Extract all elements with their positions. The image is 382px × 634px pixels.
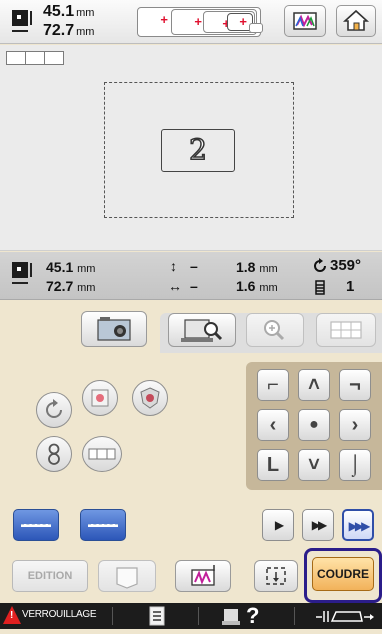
move-up-right-button[interactable]: ¬ [339, 369, 371, 401]
move-right-button[interactable]: › [339, 409, 371, 441]
vertical-move: 1.8 mm [236, 259, 278, 275]
presser-foot-icon [316, 611, 374, 622]
camera-button[interactable] [81, 311, 147, 347]
color-palette-button[interactable] [284, 5, 326, 37]
embroidery-preview: 2 [0, 45, 382, 251]
vertical-move-icon: ↕ [170, 258, 177, 274]
rotate-icon [46, 399, 62, 418]
top-bar: 45.1mm 72.7mm + + + + [0, 0, 382, 44]
top-height-readout: 72.7 mm [43, 22, 95, 39]
move-down-button[interactable]: ˅ [298, 449, 330, 481]
trial-button[interactable] [254, 560, 298, 592]
zoom-button[interactable] [246, 313, 304, 347]
thread-order-button[interactable] [36, 436, 72, 472]
grid-icon [330, 321, 362, 339]
move-down-right-button[interactable]: ⌡ [339, 449, 371, 481]
color-count: 1 [346, 278, 355, 295]
play-icon: ▶ [274, 518, 284, 532]
density-button[interactable] [132, 380, 168, 416]
color-palette-icon [293, 12, 317, 30]
sewing-machine-icon [222, 609, 240, 625]
checklist-button[interactable] [142, 603, 172, 629]
scan-button[interactable] [168, 313, 236, 347]
color-change-button[interactable] [175, 560, 231, 592]
end-point-button[interactable] [80, 509, 126, 541]
lock-label: VERROUILLAGE [22, 609, 97, 620]
mirror-button[interactable] [82, 380, 118, 416]
fabric-icon [116, 567, 138, 589]
color-change-icon [191, 565, 215, 586]
checklist-icon [149, 606, 165, 626]
fast-forward-icon: ▶▶ [311, 518, 328, 532]
fabric-button[interactable] [98, 560, 156, 592]
zoom-icon [264, 320, 285, 341]
size-icon [12, 262, 34, 288]
thread-order-icon [48, 443, 60, 465]
move-down-left-button[interactable]: L [257, 449, 289, 481]
size-icon [12, 10, 34, 36]
info-band: 45.1 mm 72.7 mm ↕ – 1.8 mm ↔ – 1.6 mm 35… [0, 252, 382, 300]
presser-foot-button[interactable] [314, 603, 380, 629]
position-nav-panel: ⌐ ˄ ¬ ‹ ● › L ˅ ⌡ [246, 362, 382, 490]
bottom-bar: ! VERROUILLAGE ? [0, 603, 382, 629]
skip-forward-icon: ▶▶▶ [348, 519, 371, 533]
info-height: 72.7 mm [46, 278, 96, 294]
thread-spool-icon [315, 280, 325, 295]
move-left-button[interactable]: ‹ [257, 409, 289, 441]
home-button[interactable] [336, 5, 376, 37]
lock-button[interactable]: ! VERROUILLAGE [0, 603, 110, 629]
trial-frame-icon [266, 567, 286, 585]
play-button[interactable]: ▶ [262, 509, 294, 541]
horizontal-move: 1.6 mm [236, 278, 278, 294]
horizontal-move-icon: ↔ [168, 278, 182, 294]
vertical-move-sign: – [190, 258, 198, 274]
mirror-icon [91, 389, 109, 407]
help-button[interactable]: ? [216, 603, 276, 629]
move-up-left-button[interactable]: ⌐ [257, 369, 289, 401]
rotation-value: 359° [330, 257, 362, 274]
rotate-button[interactable] [36, 392, 72, 428]
pattern-preview[interactable]: 2 [161, 129, 235, 172]
start-line-icon [21, 524, 51, 527]
help-label: ? [246, 603, 260, 628]
array-icon [88, 448, 116, 460]
skip-forward-button[interactable]: ▶▶▶ [342, 509, 374, 541]
fast-forward-button[interactable]: ▶▶ [302, 509, 334, 541]
frame-selector[interactable]: + + + + [137, 7, 263, 37]
top-width-readout: 45.1 mm [43, 3, 95, 20]
move-up-button[interactable]: ˄ [298, 369, 330, 401]
array-button[interactable] [82, 436, 122, 472]
sew-button[interactable]: COUDRE [312, 557, 374, 591]
info-width: 45.1 mm [46, 259, 96, 275]
scan-magnify-icon [181, 319, 223, 342]
end-line-icon [88, 524, 118, 527]
edit-button[interactable]: EDITION [12, 560, 88, 592]
grid-button[interactable] [316, 313, 376, 347]
center-button[interactable]: ● [298, 409, 330, 441]
sew-button-outline: COUDRE [304, 548, 382, 603]
start-point-button[interactable] [13, 509, 59, 541]
home-icon [342, 9, 370, 31]
camera-icon [97, 317, 131, 341]
rotation-icon [314, 258, 326, 272]
density-icon [140, 387, 160, 409]
horizontal-move-sign: – [190, 278, 198, 294]
layout-cells [6, 51, 66, 65]
